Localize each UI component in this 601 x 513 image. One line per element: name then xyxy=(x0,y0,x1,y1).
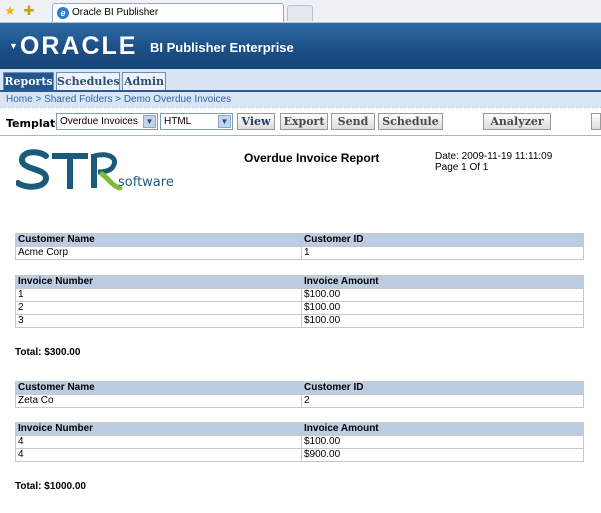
app-header: ▼ORACLE BI Publisher Enterprise xyxy=(0,23,601,69)
new-tab-button[interactable] xyxy=(287,5,313,21)
logo-subtitle: software xyxy=(118,175,174,190)
tab-reports[interactable]: Reports xyxy=(3,72,54,90)
report-date: Date: 2009-11-19 11:11:09 Page 1 Of 1 xyxy=(435,151,552,173)
customer-total: Total: $1000.00 xyxy=(15,481,86,492)
report-page-text: Page 1 Of 1 xyxy=(435,162,489,173)
table-row: Zeta Co 2 xyxy=(15,394,584,408)
customer-id: 2 xyxy=(301,394,584,408)
report-toolbar: Template Overdue Invoices ▼ HTML ▼ View … xyxy=(0,107,601,136)
browser-tab[interactable]: e Oracle BI Publisher xyxy=(52,3,284,22)
column-header: Invoice Number xyxy=(15,275,302,289)
chevron-down-icon: ▼ xyxy=(218,115,231,128)
column-header: Customer ID xyxy=(301,381,584,395)
send-button[interactable]: Send xyxy=(331,113,375,130)
invoice-amount: $100.00 xyxy=(301,288,584,302)
oracle-logo: ▼ORACLE xyxy=(9,32,138,60)
schedule-button[interactable]: Schedule xyxy=(378,113,443,130)
table-header-row: Customer Name Customer ID xyxy=(15,381,584,395)
table-row: Acme Corp 1 xyxy=(15,246,584,260)
customer-id: 1 xyxy=(301,246,584,260)
invoice-amount: $100.00 xyxy=(301,314,584,328)
format-select[interactable]: HTML ▼ xyxy=(160,113,233,130)
column-header: Customer Name xyxy=(15,233,302,247)
view-button[interactable]: View xyxy=(237,113,275,130)
favorites-star-icon[interactable]: ★ xyxy=(3,4,17,18)
tab-schedules[interactable]: Schedules xyxy=(56,72,120,90)
invoice-table: Invoice Number Invoice Amount 1 $100.00 … xyxy=(15,275,584,328)
str-logo-graphic xyxy=(15,149,123,191)
table-header-row: Invoice Number Invoice Amount xyxy=(15,275,584,289)
table-row: 4 $900.00 xyxy=(15,448,584,462)
column-header: Invoice Amount xyxy=(301,422,584,436)
ie-icon: e xyxy=(57,7,69,19)
browser-tab-title: Oracle BI Publisher xyxy=(72,7,159,18)
invoice-number: 3 xyxy=(15,314,302,328)
customer-name: Zeta Co xyxy=(15,394,302,408)
template-label: Template xyxy=(6,117,63,130)
table-row: 1 $100.00 xyxy=(15,288,584,302)
table-header-row: Customer Name Customer ID xyxy=(15,233,584,247)
customer-table: Customer Name Customer ID Acme Corp 1 xyxy=(15,233,584,260)
invoice-number: 1 xyxy=(15,288,302,302)
table-row: 2 $100.00 xyxy=(15,301,584,315)
table-header-row: Invoice Number Invoice Amount xyxy=(15,422,584,436)
str-software-logo: software xyxy=(15,148,186,198)
analyzer-button[interactable]: Analyzer xyxy=(483,113,551,130)
product-name: BI Publisher Enterprise xyxy=(150,40,294,55)
browser-tab-bar: ★ ✚ e Oracle BI Publisher xyxy=(0,0,601,23)
table-row: 4 $100.00 xyxy=(15,435,584,449)
export-button[interactable]: Export xyxy=(280,113,328,130)
invoice-amount: $900.00 xyxy=(301,448,584,462)
column-header: Customer ID xyxy=(301,233,584,247)
invoice-number: 4 xyxy=(15,448,302,462)
invoice-number: 2 xyxy=(15,301,302,315)
breadcrumb[interactable]: Home > Shared Folders > Demo Overdue Inv… xyxy=(0,92,601,107)
table-row: 3 $100.00 xyxy=(15,314,584,328)
column-header: Customer Name xyxy=(15,381,302,395)
report-date-text: Date: 2009-11-19 11:11:09 xyxy=(435,151,553,162)
customer-name: Acme Corp xyxy=(15,246,302,260)
report-title: Overdue Invoice Report xyxy=(244,151,380,165)
tab-admin[interactable]: Admin xyxy=(122,72,166,90)
app-tabs: Reports Schedules Admin xyxy=(0,69,601,92)
template-select[interactable]: Overdue Invoices ▼ xyxy=(56,113,158,130)
chevron-down-icon: ▼ xyxy=(143,115,156,128)
customer-total: Total: $300.00 xyxy=(15,347,81,358)
column-header: Invoice Amount xyxy=(301,275,584,289)
invoice-amount: $100.00 xyxy=(301,301,584,315)
invoice-number: 4 xyxy=(15,435,302,449)
add-favorites-icon[interactable]: ✚ xyxy=(22,4,36,18)
customer-table: Customer Name Customer ID Zeta Co 2 xyxy=(15,381,584,408)
column-header: Invoice Number xyxy=(15,422,302,436)
more-button[interactable] xyxy=(591,113,601,130)
invoice-amount: $100.00 xyxy=(301,435,584,449)
invoice-table: Invoice Number Invoice Amount 4 $100.00 … xyxy=(15,422,584,462)
